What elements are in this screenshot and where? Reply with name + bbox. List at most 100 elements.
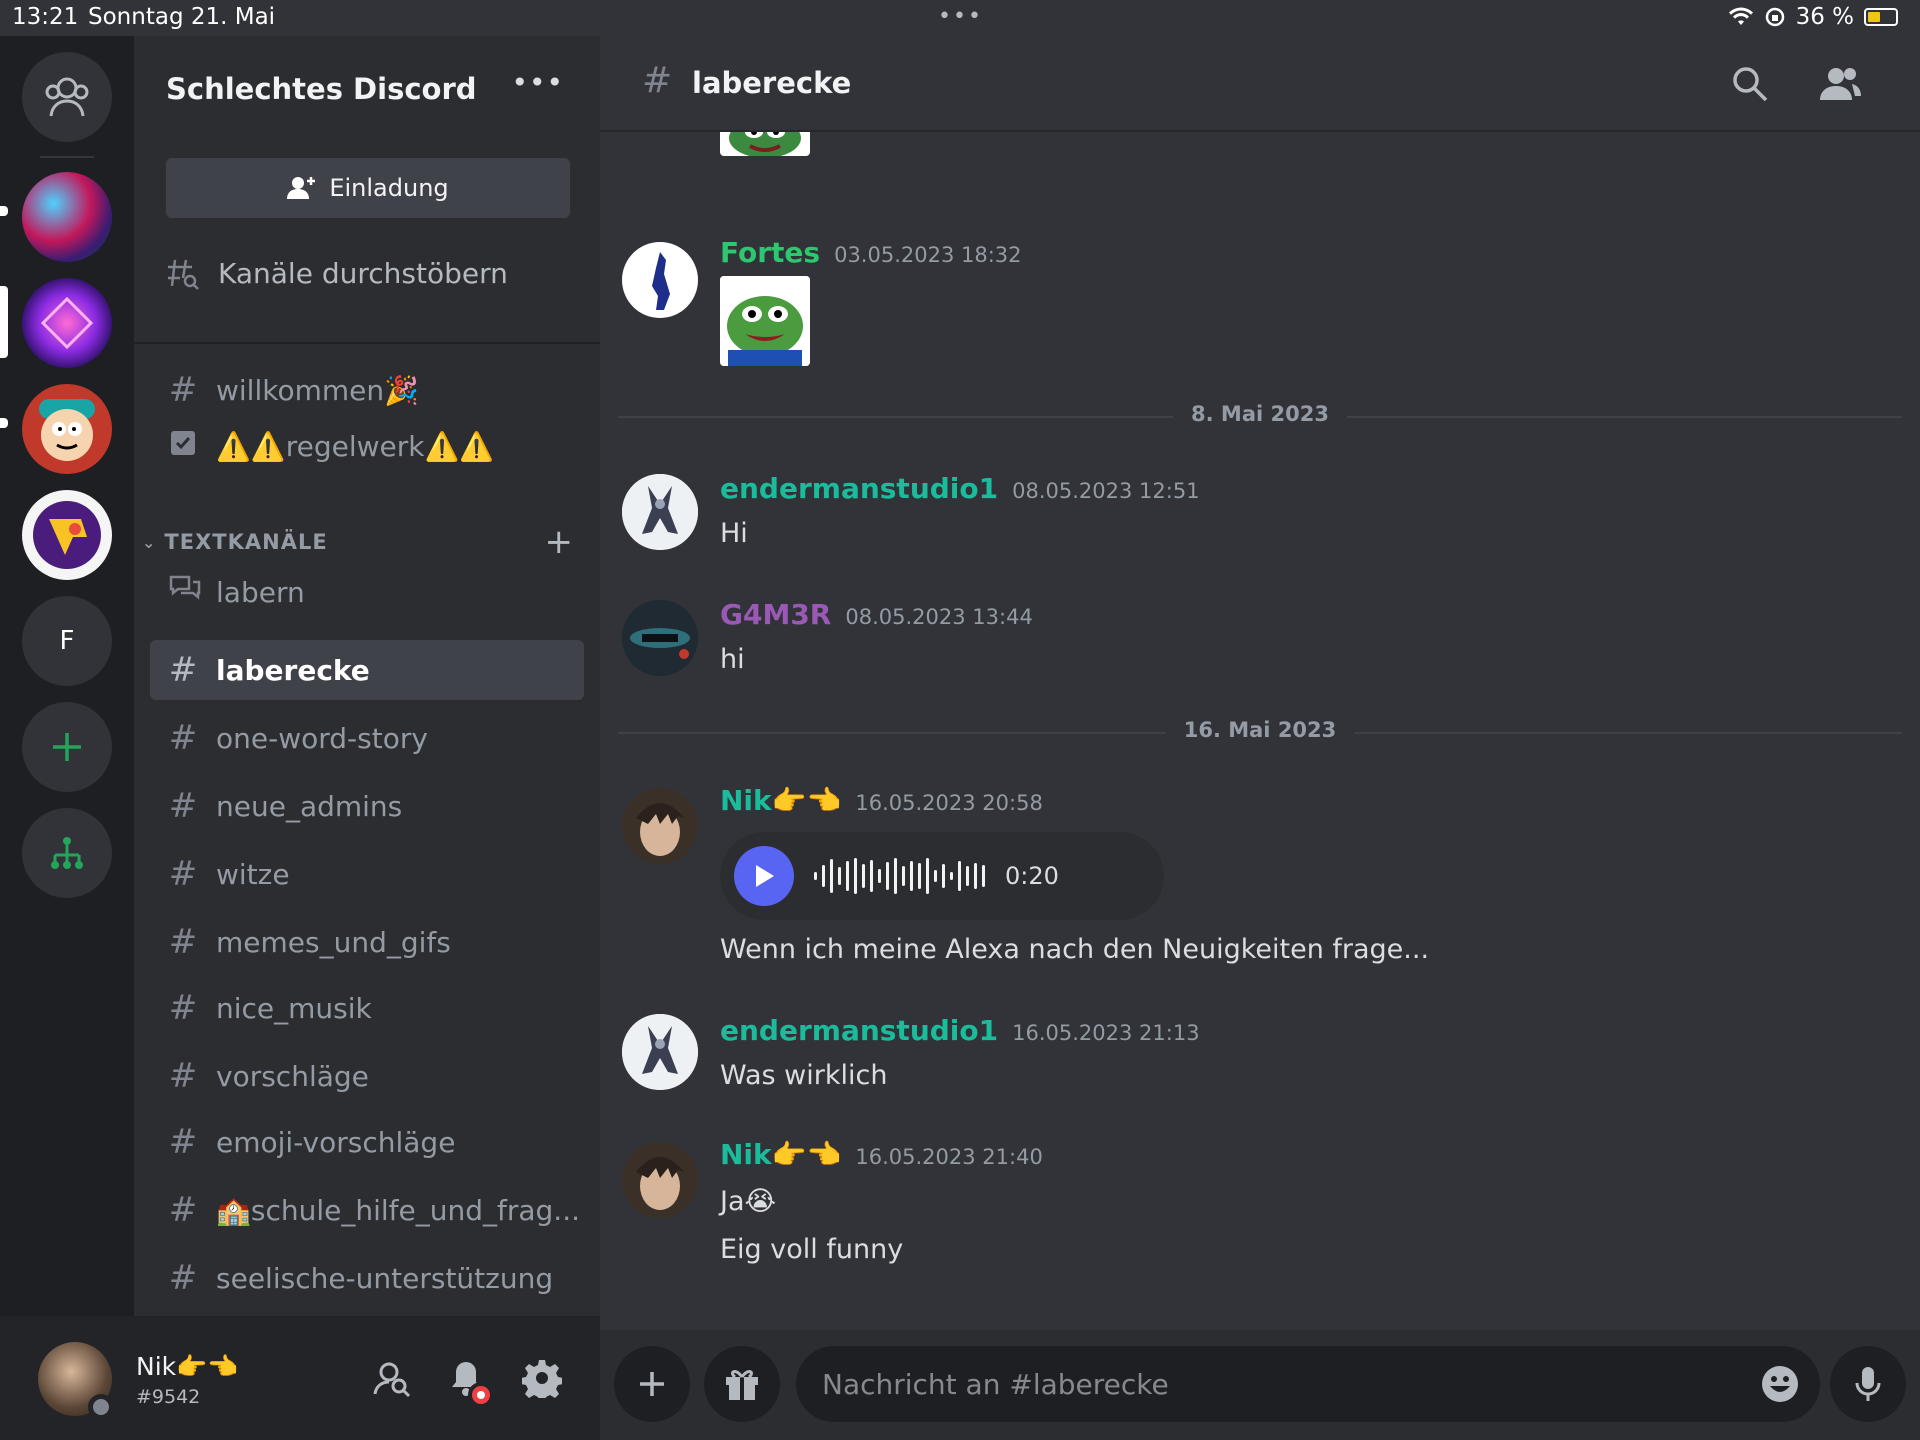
- multitasking-dots[interactable]: •••: [938, 4, 983, 29]
- gift-button[interactable]: [704, 1346, 780, 1422]
- notification-badge: [468, 1382, 494, 1408]
- invite-button[interactable]: Einladung: [166, 158, 570, 218]
- author-name[interactable]: Nik👉👈: [720, 784, 841, 817]
- notifications-button[interactable]: [444, 1356, 494, 1408]
- waveform-bar: [814, 872, 817, 880]
- hash-icon: #: [168, 854, 198, 894]
- avatar[interactable]: [622, 1142, 698, 1218]
- message-author[interactable]: G4M3R 08.05.2023 13:44: [720, 598, 1033, 631]
- channel-laberecke[interactable]: # laberecke: [150, 640, 584, 700]
- channel-neue-admins[interactable]: # neue_admins: [150, 776, 584, 836]
- avatar[interactable]: [622, 242, 698, 318]
- channel-schule-hilfe[interactable]: # 🏫schule_hilfe_und_frag...: [150, 1180, 584, 1240]
- gift-icon: [726, 1370, 758, 1400]
- server-name[interactable]: Schlechtes Discord: [166, 72, 477, 106]
- unread-indicator: [0, 206, 8, 216]
- explore-servers-button[interactable]: [22, 808, 112, 898]
- message-input[interactable]: Nachricht an #laberecke: [796, 1346, 1820, 1422]
- message-author[interactable]: endermanstudio1 08.05.2023 12:51: [720, 472, 1200, 505]
- status-indicator: [88, 1394, 114, 1420]
- diamond-icon: [40, 296, 94, 350]
- waveform-bar: [942, 864, 945, 888]
- user-name[interactable]: Nik👉👈: [136, 1352, 238, 1382]
- message-author[interactable]: Nik👉👈 16.05.2023 21:40: [720, 1138, 1043, 1171]
- channel-vorschlaege[interactable]: # vorschläge: [150, 1046, 584, 1106]
- status-bar: 13:21 Sonntag 21. Mai ••• 36 %: [0, 0, 1920, 36]
- server-icon-2[interactable]: [22, 278, 112, 368]
- hash-icon: #: [168, 1122, 198, 1162]
- sidebar-divider: [134, 342, 600, 344]
- microphone-icon: [1855, 1367, 1881, 1401]
- waveform-bar: [958, 861, 961, 891]
- message-text: hi: [720, 644, 745, 675]
- channel-nice-musik[interactable]: # nice_musik: [150, 978, 584, 1038]
- sticker-image[interactable]: [720, 276, 810, 366]
- create-channel-button[interactable]: +: [545, 522, 575, 562]
- server-options-button[interactable]: •••: [511, 66, 564, 99]
- channel-emoji-vorschlaege[interactable]: # emoji-vorschläge: [150, 1112, 584, 1172]
- members-icon[interactable]: [1818, 62, 1862, 106]
- hash-icon: #: [168, 1258, 198, 1298]
- waveform-bar: [854, 858, 857, 894]
- waveform-bar: [966, 866, 969, 886]
- channel-one-word-story[interactable]: # one-word-story: [150, 708, 584, 768]
- server-icon-4[interactable]: [22, 490, 112, 580]
- message-author[interactable]: Nik👉👈 16.05.2023 20:58: [720, 784, 1043, 817]
- wifi-icon: [1728, 7, 1753, 25]
- author-name[interactable]: endermanstudio1: [720, 1014, 998, 1047]
- search-people-button[interactable]: [370, 1356, 414, 1400]
- message-author[interactable]: endermanstudio1 16.05.2023 21:13: [720, 1014, 1200, 1047]
- channel-label: vorschläge: [216, 1059, 369, 1093]
- voice-record-button[interactable]: [1830, 1346, 1906, 1422]
- rules-icon: [168, 426, 198, 466]
- channel-label: emoji-vorschläge: [216, 1125, 456, 1159]
- play-button[interactable]: [734, 846, 794, 906]
- avatar[interactable]: [622, 474, 698, 550]
- avatar[interactable]: [622, 600, 698, 676]
- server-icon-f[interactable]: F: [22, 596, 112, 686]
- user-tag: #9542: [136, 1386, 201, 1408]
- message-text: Hi: [720, 518, 748, 549]
- search-icon[interactable]: [1728, 62, 1772, 106]
- channel-labern[interactable]: labern: [150, 562, 584, 622]
- waveform-bar: [830, 859, 833, 893]
- channel-label: labern: [216, 575, 305, 609]
- waveform-bar: [822, 865, 825, 887]
- message-input-placeholder: Nachricht an #laberecke: [822, 1368, 1169, 1401]
- channel-seelische-unterstuetzung[interactable]: # seelische-unterstützung: [150, 1248, 584, 1308]
- author-name[interactable]: Nik👉👈: [720, 1138, 841, 1171]
- server-icon-3[interactable]: [22, 384, 112, 474]
- waveform[interactable]: [814, 856, 985, 896]
- date-divider: 16. Mai 2023: [618, 718, 1902, 742]
- voice-duration: 0:20: [1005, 862, 1059, 890]
- chevron-down-icon: ⌄: [142, 532, 157, 552]
- author-name[interactable]: Fortes: [720, 236, 820, 269]
- attach-button[interactable]: [614, 1346, 690, 1422]
- message-author[interactable]: Fortes 03.05.2023 18:32: [720, 236, 1022, 269]
- channel-willkommen[interactable]: # willkommen🎉: [150, 360, 584, 420]
- category-textkanaele[interactable]: ⌄ TEXTKANÄLE +: [142, 522, 592, 562]
- emoji-icon[interactable]: [1760, 1364, 1800, 1404]
- browse-channels-icon: [168, 259, 199, 290]
- channel-label: nice_musik: [216, 991, 372, 1025]
- avatar[interactable]: [622, 788, 698, 864]
- author-name[interactable]: endermanstudio1: [720, 472, 998, 505]
- user-panel: Nik👉👈 #9542: [0, 1316, 600, 1440]
- channel-memes-und-gifs[interactable]: # memes_und_gifs: [150, 912, 584, 972]
- channel-regelwerk[interactable]: ⚠️⚠️regelwerk⚠️⚠️: [150, 416, 584, 476]
- status-date: Sonntag 21. Mai: [88, 4, 276, 30]
- orientation-lock-icon: [1765, 7, 1784, 27]
- status-time: 13:21: [12, 4, 79, 30]
- author-name[interactable]: G4M3R: [720, 598, 831, 631]
- waveform-bar: [902, 866, 905, 886]
- status-right: 36 %: [1728, 4, 1898, 30]
- channel-witze[interactable]: # witze: [150, 844, 584, 904]
- direct-messages-button[interactable]: [22, 52, 112, 142]
- waveform-bar: [926, 858, 929, 894]
- logo-icon: [33, 501, 101, 569]
- server-icon-1[interactable]: [22, 172, 112, 262]
- browse-channels-button[interactable]: Kanäle durchstöbern: [166, 256, 508, 290]
- settings-button[interactable]: [520, 1356, 564, 1400]
- avatar[interactable]: [622, 1014, 698, 1090]
- add-server-button[interactable]: [22, 702, 112, 792]
